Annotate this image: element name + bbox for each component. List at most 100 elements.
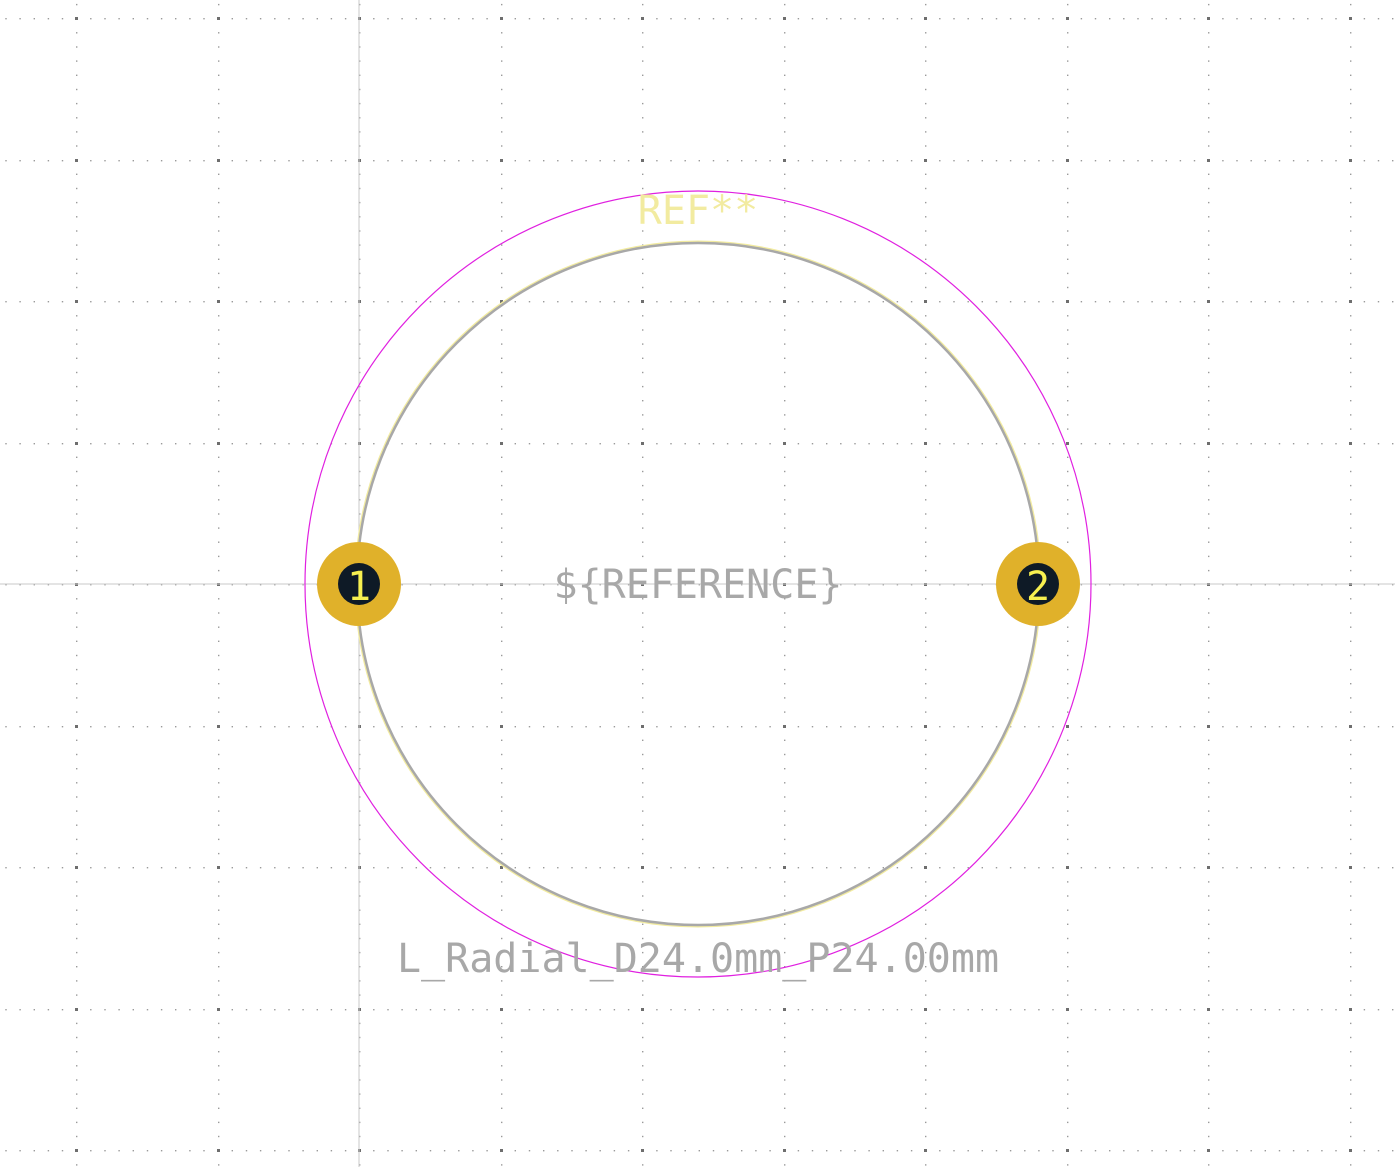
grid-dot: [5, 1009, 7, 1011]
grid-major-dot: [500, 159, 503, 162]
grid-major-dot: [1207, 159, 1210, 162]
grid-dot: [501, 216, 503, 218]
grid-dot: [784, 131, 786, 133]
grid-dot: [344, 301, 347, 303]
grid-dot: [953, 160, 955, 162]
grid-dot: [755, 1150, 757, 1152]
grid-dot: [218, 329, 220, 331]
grid-dot: [953, 1150, 955, 1152]
grid-dot: [925, 810, 927, 812]
grid-dot: [769, 301, 771, 303]
grid-dot: [981, 1150, 983, 1152]
grid-dot: [344, 1150, 347, 1152]
grid-dot: [784, 626, 786, 628]
grid-dot: [189, 726, 191, 728]
value-label[interactable]: ${REFERENCE}: [554, 562, 843, 608]
grid-dot: [1208, 923, 1210, 925]
grid-dot: [514, 160, 516, 162]
pad-2[interactable]: 2: [996, 542, 1080, 626]
grid-dot: [218, 484, 220, 487]
grid-dot: [501, 1121, 503, 1124]
grid-dot: [458, 1150, 460, 1152]
grid-dot: [1392, 1009, 1394, 1011]
grid-dot: [925, 385, 927, 388]
grid-dot: [1067, 1036, 1069, 1039]
footprint-editor-canvas[interactable]: REF** ${REFERENCE} L_Radial_D24.0mm_P24.…: [0, 0, 1395, 1167]
grid-dot: [401, 301, 403, 303]
grid-dot: [132, 301, 134, 303]
grid-dot: [1350, 272, 1352, 275]
grid-dot: [501, 187, 503, 190]
pad-1[interactable]: 1: [317, 542, 401, 626]
footprint-name-label[interactable]: L_Radial_D24.0mm_P24.00mm: [397, 936, 999, 982]
grid-dot: [925, 74, 927, 76]
grid-dot: [76, 3, 78, 6]
grid-dot: [784, 329, 786, 331]
grid-dot: [1350, 201, 1352, 204]
grid-dot: [1109, 301, 1111, 303]
grid-dot: [896, 1150, 899, 1152]
grid-dot: [302, 443, 304, 445]
grid-dot: [76, 852, 78, 855]
grid-dot: [1350, 46, 1352, 48]
grid-dot: [784, 810, 786, 812]
grid-dot: [76, 1093, 78, 1095]
grid-major-dot: [217, 300, 220, 303]
grid-dot: [726, 726, 729, 728]
grid-dot: [160, 443, 163, 445]
grid-dot: [528, 1150, 531, 1152]
grid-dot: [1208, 796, 1210, 798]
grid-dot: [1292, 18, 1295, 20]
grid-dot: [528, 443, 531, 445]
grid-dot: [302, 301, 304, 303]
grid-dot: [627, 867, 630, 869]
grid-dot: [1208, 739, 1210, 741]
grid-dot: [429, 18, 432, 20]
grid-dot: [458, 160, 460, 162]
grid-dot: [387, 867, 389, 869]
reference-label[interactable]: REF**: [638, 188, 758, 234]
grid-dot: [642, 414, 644, 416]
grid-dot: [854, 1150, 856, 1152]
grid-dot: [415, 867, 417, 869]
grid-dot: [76, 994, 78, 996]
grid-dot: [1094, 160, 1097, 162]
grid-dot: [784, 1036, 786, 1039]
grid-dot: [1052, 726, 1054, 728]
grid-dot: [1222, 867, 1224, 869]
grid-dot: [76, 470, 78, 473]
grid-dot: [1137, 1150, 1139, 1152]
grid-dot: [1350, 909, 1352, 911]
grid-dot: [501, 513, 503, 515]
grid-dot: [868, 443, 870, 445]
grid-dot: [160, 160, 163, 162]
grid-dot: [501, 173, 503, 175]
grid-dot: [415, 726, 417, 728]
grid-dot: [1179, 160, 1182, 162]
grid-dot: [1208, 216, 1210, 218]
grid-dot: [755, 1009, 757, 1011]
grid-dot: [218, 244, 220, 246]
grid-dot: [1067, 895, 1069, 897]
grid-dot: [642, 768, 644, 770]
grid-dot: [218, 796, 220, 798]
grid-dot: [811, 867, 814, 869]
grid-dot: [1009, 1009, 1012, 1011]
grid-dot: [784, 286, 786, 289]
grid-dot: [1151, 1009, 1153, 1011]
grid-dot: [599, 301, 601, 303]
grid-dot: [755, 301, 757, 303]
grid-dot: [245, 867, 248, 869]
grid-dot: [501, 329, 503, 331]
grid-dot: [33, 443, 35, 445]
grid-dot: [1067, 654, 1069, 657]
grid-dot: [218, 400, 220, 402]
grid-dot: [925, 371, 927, 374]
grid-major-dot: [217, 159, 220, 162]
grid-dot: [811, 160, 814, 162]
grid-dot: [826, 443, 828, 445]
grid-dot: [1080, 301, 1083, 303]
grid-dot: [1392, 160, 1394, 162]
grid-dot: [925, 230, 927, 232]
grid-dot: [1363, 867, 1366, 869]
